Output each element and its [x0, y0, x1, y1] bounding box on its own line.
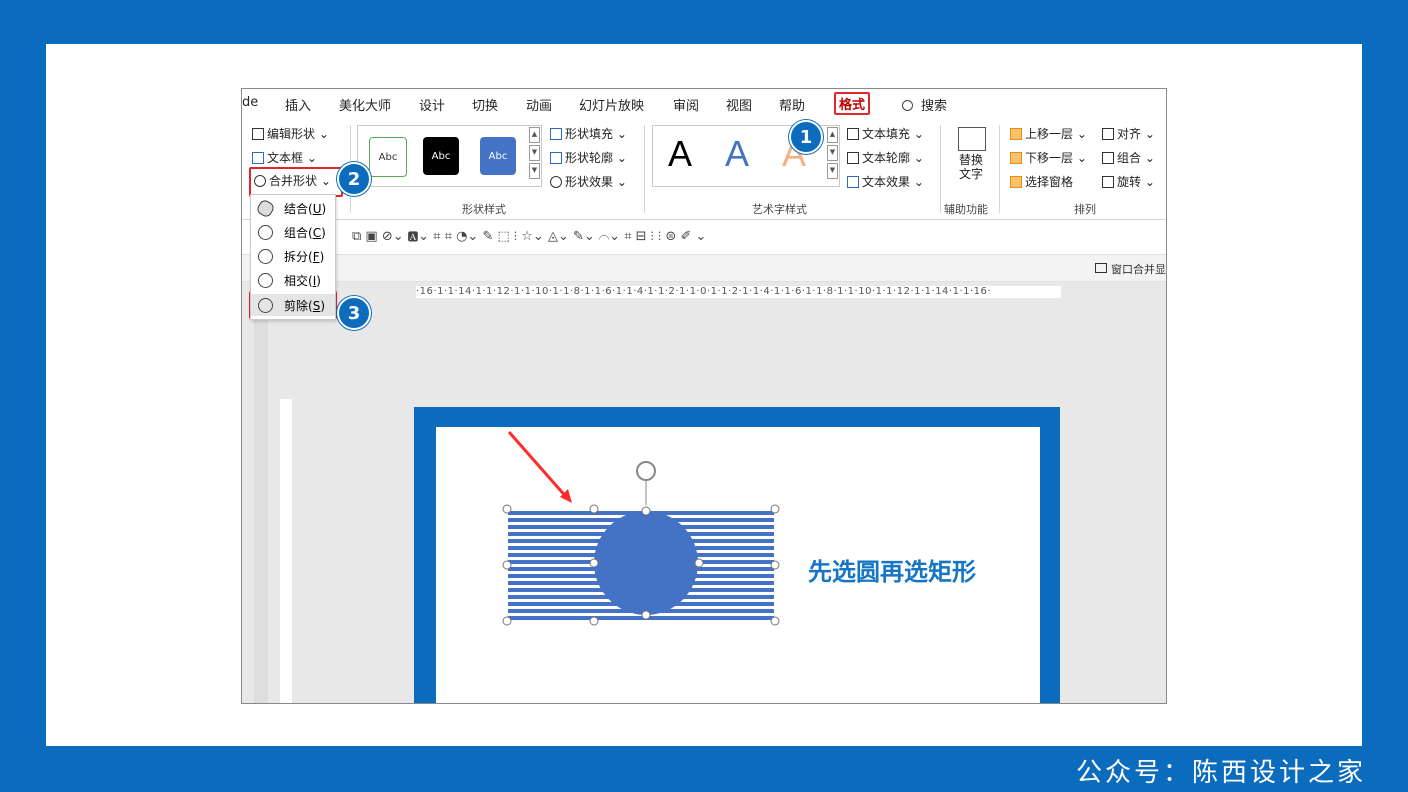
- powerpoint-screenshot: de 插入 美化大师 设计 切换 动画 幻灯片放映 审阅 视图 帮助 格式 搜索…: [241, 88, 1167, 704]
- step-badge-2: 2: [337, 162, 371, 196]
- step-badge-1: 1: [789, 120, 823, 154]
- menu-item-fragment[interactable]: 拆分(F): [251, 245, 335, 267]
- combine-icon: [258, 225, 273, 240]
- union-icon: [255, 198, 276, 219]
- intersect-icon: [258, 273, 273, 288]
- merge-shapes-highlight: [249, 167, 343, 197]
- menu-item-combine[interactable]: 组合(C): [251, 221, 335, 243]
- footer-credit: 公众号：陈西设计之家: [1075, 758, 1366, 788]
- rotate-handle-icon[interactable]: [636, 461, 656, 481]
- fragment-icon: [258, 249, 273, 264]
- step-badge-3: 3: [337, 296, 371, 330]
- menu-item-union[interactable]: 结合(U): [251, 197, 335, 219]
- circle-shape[interactable]: [594, 511, 698, 615]
- pointer-arrow: [507, 431, 570, 500]
- slide-shapes: [502, 431, 780, 626]
- menu-item-intersect[interactable]: 相交(I): [251, 269, 335, 291]
- menu-item-subtract[interactable]: 剪除(S): [251, 294, 335, 316]
- stripe: [508, 616, 774, 620]
- merge-shapes-menu: 结合(U) 组合(C) 拆分(F) 相交(I) 剪除(S): [250, 194, 336, 320]
- slide-caption: 先选圆再选矩形: [808, 558, 976, 586]
- subtract-icon: [258, 298, 273, 313]
